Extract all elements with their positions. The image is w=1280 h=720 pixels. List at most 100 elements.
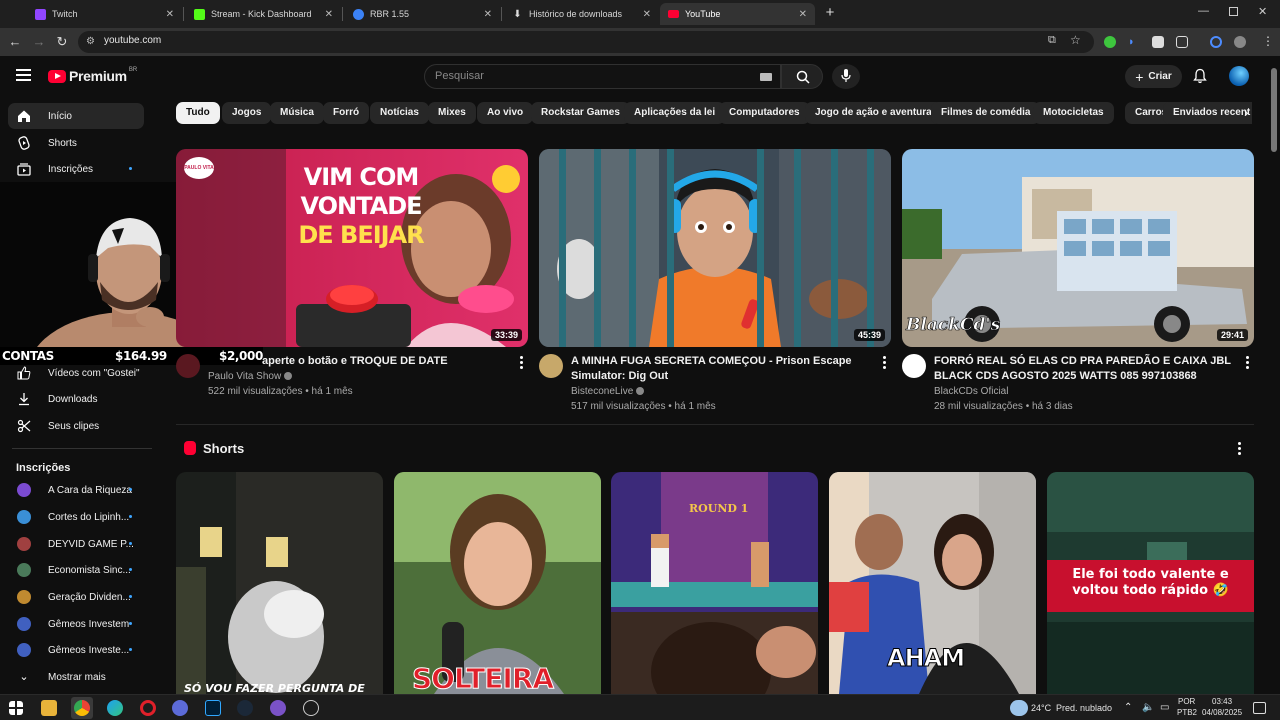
steam-icon[interactable] — [237, 700, 253, 716]
maximize-button[interactable] — [1229, 7, 1238, 16]
tab-kick[interactable]: Stream - Kick Dashboard ✕ — [186, 3, 341, 25]
sidebar-sub-item[interactable]: Economista Sinc... — [8, 557, 144, 583]
chip[interactable]: Computadores — [719, 102, 810, 124]
tab-youtube[interactable]: YouTube ✕ — [660, 3, 815, 25]
extension-green-icon[interactable] — [1104, 36, 1116, 48]
chip[interactable]: Música — [270, 102, 324, 124]
short-thumbnail[interactable]: Ele foi todo valente e voltou todo rápid… — [1047, 472, 1254, 694]
channel-avatar[interactable] — [539, 354, 563, 378]
close-icon[interactable]: ✕ — [643, 9, 651, 20]
file-explorer-icon[interactable] — [41, 700, 57, 716]
notification-center-icon[interactable] — [1253, 702, 1266, 714]
chip[interactable]: Mixes — [428, 102, 476, 124]
video-thumbnail[interactable]: 45:39 — [539, 149, 891, 347]
chip[interactable]: Rockstar Games — [531, 102, 630, 124]
tab-rbr[interactable]: RBR 1.55 ✕ — [345, 3, 500, 25]
chip[interactable]: Jogo de ação e aventura — [805, 102, 942, 124]
network-icon[interactable]: ▭ — [1160, 702, 1169, 713]
clock-date[interactable]: 04/08/2025 — [1202, 708, 1242, 717]
sidebar-sub-item[interactable]: A Cara da Riqueza — [8, 477, 144, 503]
short-thumbnail[interactable]: AHAM — [829, 472, 1036, 694]
weather-cloud-icon[interactable] — [1010, 700, 1028, 716]
video-thumbnail[interactable]: BlackCd's 29:41 — [902, 149, 1254, 347]
page-scrollbar[interactable] — [1271, 68, 1277, 152]
video-title[interactable]: aperte o botão e TROQUE DE DATE — [262, 354, 562, 369]
chip[interactable]: Ao vivo — [477, 102, 534, 124]
search-input[interactable]: Pesquisar — [424, 64, 781, 89]
short-thumbnail[interactable]: SÓ VOU FAZER PERGUNTA DE — [176, 472, 383, 694]
install-app-icon[interactable]: ⧉ — [1048, 34, 1056, 47]
sidebar-item-shorts[interactable]: Shorts — [8, 130, 144, 156]
video-channel[interactable]: BisteconeLive — [571, 386, 645, 397]
extensions-icon[interactable] — [1176, 36, 1188, 48]
photoshop-icon[interactable] — [205, 700, 221, 716]
close-icon[interactable]: ✕ — [166, 9, 174, 20]
chip[interactable]: Tudo — [176, 102, 220, 124]
clock-time[interactable]: 03:43 — [1212, 697, 1232, 706]
extension-wave-icon[interactable]: ◗ — [1128, 36, 1140, 48]
new-tab-button[interactable]: + — [822, 5, 838, 21]
channel-avatar[interactable] — [902, 354, 926, 378]
voice-search-button[interactable] — [832, 64, 860, 89]
opera-icon[interactable] — [140, 700, 156, 716]
close-icon[interactable]: ✕ — [325, 9, 333, 20]
more-options-icon[interactable] — [1246, 356, 1250, 370]
reload-button[interactable]: ↻ — [54, 34, 70, 50]
keyboard-layout[interactable]: PTB2 — [1177, 708, 1197, 717]
notifications-bell-icon[interactable] — [1192, 68, 1208, 84]
more-options-icon[interactable] — [520, 356, 524, 370]
vpn-icon[interactable] — [172, 700, 188, 716]
sidebar-sub-item[interactable]: Gêmeos Investe... — [8, 637, 144, 663]
sidebar-sub-item[interactable]: Cortes do Lipinh... — [8, 504, 144, 530]
address-bar[interactable]: ⚙ youtube.com ⧉ ☆ — [78, 31, 1094, 53]
keyboard-icon[interactable] — [760, 73, 772, 81]
chip[interactable]: Jogos — [222, 102, 272, 124]
chip[interactable]: Notícias — [370, 102, 429, 124]
more-options-icon[interactable] — [1238, 442, 1242, 456]
extension-puzzle-white-icon[interactable] — [1152, 36, 1164, 48]
sidebar-sub-item[interactable]: DEYVID GAME P... — [8, 531, 144, 557]
short-thumbnail[interactable]: SOLTEIRA — [394, 472, 601, 694]
channel-avatar[interactable] — [176, 354, 200, 378]
profile-avatar[interactable] — [1234, 36, 1246, 48]
tab-twitch[interactable]: Twitch ✕ — [27, 3, 182, 25]
input-language[interactable]: POR — [1178, 697, 1195, 706]
video-channel[interactable]: BlackCDs Oficial — [934, 386, 1008, 397]
short-thumbnail[interactable]: ROUND 1 — [611, 472, 818, 694]
chip[interactable]: Aplicações da lei — [624, 102, 726, 124]
more-options-icon[interactable] — [883, 356, 887, 370]
speaker-icon[interactable]: 🔈 — [1142, 702, 1154, 713]
edge-icon[interactable] — [107, 700, 123, 716]
hamburger-menu-icon[interactable] — [16, 69, 31, 81]
sidebar-sub-item[interactable]: Geração Dividen... — [8, 584, 144, 610]
chip[interactable]: Filmes de comédia — [931, 102, 1041, 124]
obs-icon[interactable] — [303, 700, 319, 716]
search-button[interactable] — [781, 64, 823, 89]
youtube-premium-logo[interactable]: Premium BR — [48, 67, 137, 84]
close-icon[interactable]: ✕ — [484, 9, 492, 20]
chip[interactable]: Motocicletas — [1033, 102, 1114, 124]
sidebar-item-home[interactable]: Início — [8, 103, 144, 129]
sidebar-item-clips[interactable]: Seus clipes — [8, 413, 144, 439]
bookmark-star-icon[interactable]: ☆ — [1070, 33, 1081, 47]
site-info-icon[interactable]: ⚙ — [86, 36, 98, 48]
close-icon[interactable]: ✕ — [799, 9, 807, 20]
chrome-taskbar-item[interactable] — [71, 697, 93, 719]
obs-like-icon[interactable] — [270, 700, 286, 716]
chips-next-arrow-icon[interactable]: › — [1244, 106, 1258, 120]
back-button[interactable]: ← — [7, 34, 23, 50]
tray-chevron-icon[interactable]: ⌃ — [1124, 702, 1132, 713]
forward-button[interactable]: → — [31, 34, 47, 50]
sidebar-item-downloads[interactable]: Downloads — [8, 386, 144, 412]
account-avatar[interactable] — [1229, 66, 1249, 86]
chip[interactable]: Enviados recent — [1163, 102, 1252, 124]
show-more-button[interactable]: ⌄ Mostrar mais — [8, 664, 144, 690]
minimize-button[interactable]: — — [1198, 5, 1209, 17]
video-channel[interactable]: Paulo Vita Show — [208, 371, 293, 382]
sync-icon[interactable] — [1210, 36, 1222, 48]
weather-description[interactable]: Pred. nublado — [1056, 703, 1112, 713]
weather-temp[interactable]: 24°C — [1031, 703, 1051, 713]
create-button[interactable]: + Criar — [1125, 65, 1182, 88]
close-window-button[interactable]: ✕ — [1258, 5, 1267, 18]
video-title[interactable]: FORRÓ REAL SÓ ELAS CD PRA PAREDÃO E CAIX… — [934, 354, 1234, 384]
